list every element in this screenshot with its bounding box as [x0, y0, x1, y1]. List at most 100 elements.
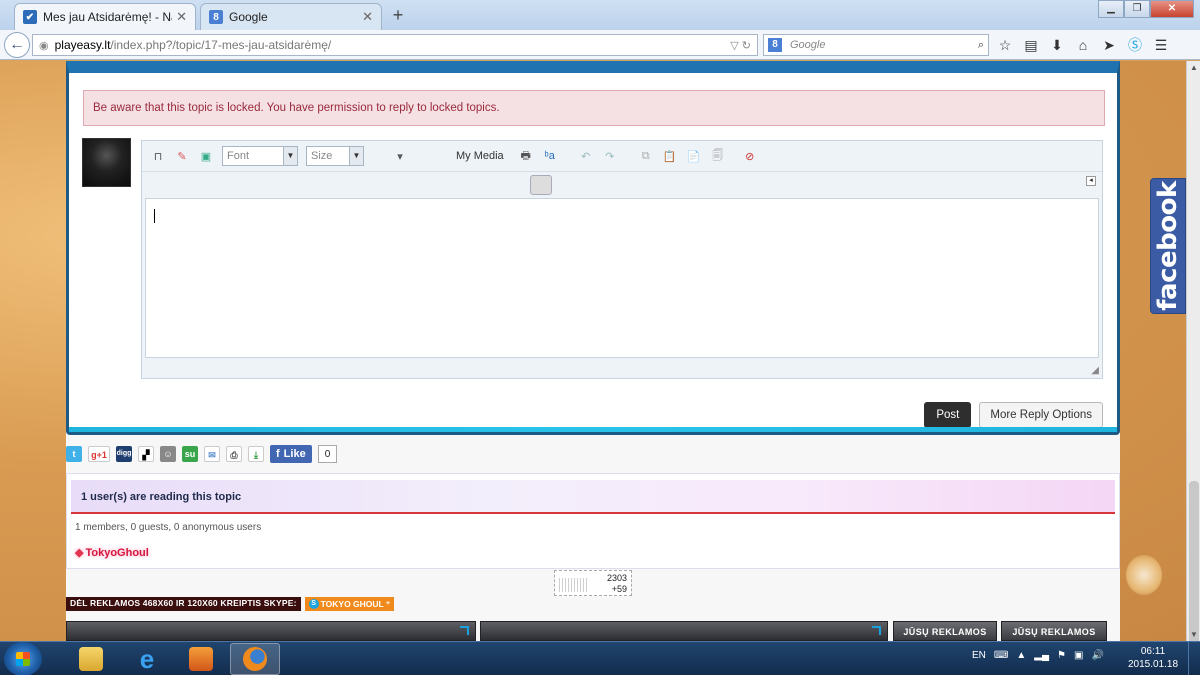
reply-box: Be aware that this topic is locked. You …: [66, 61, 1120, 435]
reload-icon[interactable]: ▽ ↻: [730, 39, 751, 52]
color-dropdown-icon[interactable]: ▾: [392, 148, 408, 164]
close-window-button[interactable]: ✕: [1150, 0, 1194, 18]
avatar[interactable]: [82, 138, 131, 187]
skype-icon: S: [308, 599, 319, 609]
language-indicator[interactable]: EN: [972, 650, 986, 661]
menu-icon[interactable]: ☰: [1152, 36, 1170, 54]
size-select-label: Size: [311, 150, 333, 162]
digg-icon[interactable]: digg: [116, 446, 132, 462]
clock-time: 06:11: [1140, 646, 1166, 657]
start-button[interactable]: [4, 642, 42, 675]
search-icon[interactable]: ⌕: [978, 39, 984, 52]
new-tab-button[interactable]: +: [388, 5, 408, 25]
tab-title: Google: [229, 10, 268, 24]
like-label: Like: [283, 448, 306, 460]
tab-google[interactable]: 8 Google ✕: [200, 3, 382, 30]
print-icon[interactable]: ⎙: [226, 446, 242, 462]
paste-word-icon[interactable]: 🗐: [710, 148, 726, 164]
network-icon[interactable]: ▣: [1074, 650, 1083, 661]
reader-username: TokyoGhoul: [85, 546, 149, 559]
skype-name: TOKYO GHOUL: [320, 599, 384, 609]
your-ads-button-1[interactable]: JŪSŲ REKLAMOS: [893, 621, 997, 641]
url-bar[interactable]: ◉ playeasy.lt /index.php?/topic/17-mes-j…: [32, 34, 758, 56]
ad-contact-text: DĖL REKLAMOS 468X60 IR 120X60 KREIPTIS S…: [66, 597, 301, 611]
home-icon[interactable]: ⌂: [1074, 36, 1092, 54]
my-media-button[interactable]: My Media: [456, 150, 504, 162]
email-icon[interactable]: ✉: [204, 446, 220, 462]
reader-user-link[interactable]: ◆ TokyoGhoul: [75, 546, 149, 560]
maximize-button[interactable]: ❐: [1124, 0, 1150, 18]
print-preview-icon[interactable]: 🖶: [518, 148, 534, 164]
download-page-icon[interactable]: ⤓: [248, 446, 264, 462]
share-bar: t g+1 digg ▞ ☺ su ✉ ⎙ ⤓ f Like 0: [66, 445, 338, 463]
ad-banner-1[interactable]: [66, 621, 476, 641]
spellcheck-icon[interactable]: ᵇa: [542, 148, 558, 164]
tab-title: Mes jau Atsidarėmę! - Nauj...: [43, 10, 172, 24]
font-select[interactable]: Font ▼: [222, 146, 298, 166]
taskbar-media-player[interactable]: [176, 643, 226, 675]
taskbar-internet-explorer[interactable]: e: [122, 643, 172, 675]
stumbleupon-icon[interactable]: su: [182, 446, 198, 462]
your-ads-button-2[interactable]: JŪSŲ REKLAMOS: [1001, 621, 1107, 641]
visit-counter[interactable]: 2303 +59: [554, 570, 632, 596]
myspace-icon[interactable]: ☺: [160, 446, 176, 462]
source-view-icon[interactable]: ▣: [198, 148, 214, 164]
window-controls: ▁ ❐ ✕: [1098, 0, 1194, 18]
paste-text-icon[interactable]: 📄: [686, 148, 702, 164]
external-link-icon: [460, 626, 469, 635]
undo-icon[interactable]: ↶: [578, 148, 594, 164]
search-placeholder: Google: [790, 39, 826, 51]
send-icon[interactable]: ➤: [1100, 36, 1118, 54]
twitter-icon[interactable]: t: [66, 446, 82, 462]
taskbar-explorer[interactable]: [66, 643, 116, 675]
reply-textarea[interactable]: [145, 198, 1099, 358]
flag-icon[interactable]: ⚑: [1057, 650, 1066, 661]
post-button[interactable]: Post: [924, 402, 972, 428]
scroll-down-arrow-icon[interactable]: ▼: [1187, 630, 1200, 639]
back-button[interactable]: ←: [4, 32, 30, 58]
clear-icon[interactable]: ⊘: [742, 148, 758, 164]
font-select-label: Font: [227, 150, 250, 162]
system-clock[interactable]: 06:11 2015.01.18: [1126, 645, 1180, 671]
close-tab-icon[interactable]: ✕: [362, 9, 373, 25]
emoticon-button[interactable]: [530, 175, 552, 195]
scroll-up-arrow-icon[interactable]: ▲: [1187, 63, 1200, 72]
eraser-icon[interactable]: ✎: [174, 148, 190, 164]
editor-toolbar: ⊓ ✎ ▣ Font ▼ Size ▼ ▾ My Media 🖶 ᵇa ↶ ↷ …: [142, 141, 1102, 171]
skype-icon[interactable]: Ⓢ: [1126, 36, 1144, 54]
search-bar[interactable]: 8 Google ⌕: [763, 34, 989, 56]
copy-icon[interactable]: ⧉: [638, 148, 654, 164]
site-favicon-icon: ✔: [23, 10, 37, 24]
main-content: Be aware that this topic is locked. You …: [66, 61, 1120, 641]
tab-playeasy[interactable]: ✔ Mes jau Atsidarėmę! - Nauj... ✕: [14, 3, 196, 30]
close-tab-icon[interactable]: ✕: [176, 9, 187, 25]
page-scrollbar[interactable]: ▲ ▼: [1186, 61, 1200, 675]
paste-icon[interactable]: 📋: [662, 148, 678, 164]
keyboard-icon[interactable]: ⌨: [994, 650, 1008, 661]
signal-icon[interactable]: ▂▄: [1034, 650, 1049, 661]
bookmarks-list-icon[interactable]: ▤: [1022, 36, 1040, 54]
side-decoration: [1126, 555, 1162, 595]
google-plus-icon[interactable]: g+1: [88, 446, 110, 462]
collapse-toolbar-icon[interactable]: ◂: [1086, 176, 1096, 186]
remove-format-icon[interactable]: ⊓: [150, 148, 166, 164]
delicious-icon[interactable]: ▞: [138, 446, 154, 462]
facebook-side-tab[interactable]: facebook: [1150, 178, 1186, 314]
redo-icon[interactable]: ↷: [602, 148, 618, 164]
ad-banner-2[interactable]: [480, 621, 888, 641]
counter-chart: [559, 578, 589, 592]
volume-icon[interactable]: 🔊: [1091, 650, 1103, 661]
digg-label: digg: [116, 450, 132, 457]
resize-handle-icon[interactable]: ◢: [1091, 365, 1099, 376]
skype-contact-button[interactable]: S TOKYO GHOUL ⁺: [304, 597, 395, 611]
bookmark-star-icon[interactable]: ☆: [996, 36, 1014, 54]
tray-expand-icon[interactable]: ▲: [1016, 650, 1026, 661]
taskbar-firefox[interactable]: [230, 643, 280, 675]
facebook-like-button[interactable]: f Like: [270, 445, 312, 463]
facebook-icon: f: [276, 448, 280, 460]
minimize-button[interactable]: ▁: [1098, 0, 1124, 18]
more-reply-options-button[interactable]: More Reply Options: [979, 402, 1103, 428]
show-desktop-button[interactable]: [1188, 642, 1200, 675]
size-select[interactable]: Size ▼: [306, 146, 364, 166]
download-icon[interactable]: ⬇: [1048, 36, 1066, 54]
